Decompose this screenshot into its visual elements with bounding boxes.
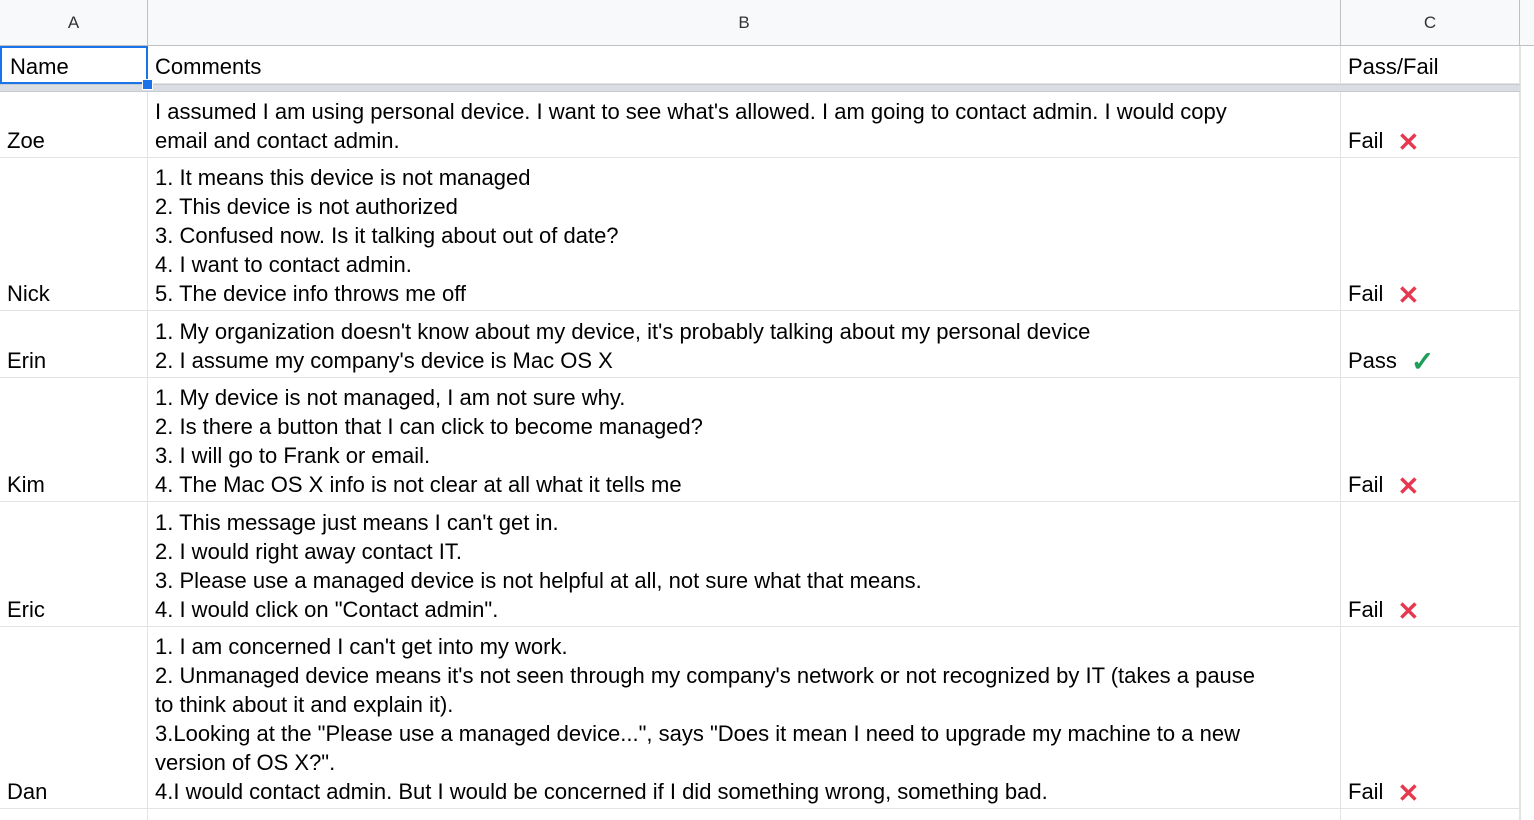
column-letter: C [1423, 12, 1437, 32]
participant-name: Kim [7, 472, 45, 497]
cell-comments[interactable]: 1. It means this device is not managed 2… [148, 158, 1341, 311]
cell-result[interactable]: Fail ✕ [1341, 92, 1520, 158]
result-text: Pass [1348, 348, 1397, 373]
cell-name[interactable]: Kim [0, 378, 148, 502]
spreadsheet: A B C Name Comments Pass/Fail Zoe I assu… [0, 0, 1534, 820]
comment-text: 1. It means this device is not managed 2… [155, 165, 619, 306]
cell-c1[interactable]: Pass/Fail [1341, 46, 1520, 84]
result-text: Fail [1348, 472, 1384, 497]
cell-name[interactable]: Dan [0, 627, 148, 809]
comment-text: 1. I am concerned I can't get into my wo… [155, 634, 1256, 804]
column-header-b[interactable]: B [148, 0, 1341, 46]
cross-icon: ✕ [1397, 127, 1420, 157]
cell-b1[interactable]: Comments [148, 46, 1341, 84]
cell-comments[interactable]: I assumed I am using personal device. I … [148, 92, 1341, 158]
name-header: Name [10, 54, 69, 79]
cell-result[interactable]: Fail ✕ [1341, 502, 1520, 627]
participant-name: Dan [7, 779, 48, 804]
cell-comments[interactable]: 1. This message just means I can't get i… [148, 502, 1341, 627]
cell-name[interactable]: Erin [0, 311, 148, 378]
frozen-row-divider[interactable] [0, 84, 1534, 92]
result-text: Fail [1348, 281, 1384, 306]
cell-result[interactable]: Fail ✕ [1341, 378, 1520, 502]
fill-handle[interactable] [142, 79, 153, 90]
cell-empty[interactable] [1341, 809, 1520, 820]
participant-name: Eric [7, 597, 45, 622]
result-text: Fail [1348, 597, 1384, 622]
cross-icon: ✕ [1397, 596, 1420, 626]
next-column-edge [1520, 46, 1534, 820]
comment-text: 1. This message just means I can't get i… [155, 510, 922, 622]
column-header-c[interactable]: C [1341, 0, 1520, 46]
cross-icon: ✕ [1397, 280, 1420, 310]
participant-name: Zoe [7, 128, 45, 153]
participant-name: Erin [7, 348, 47, 373]
comments-header: Comments [155, 54, 262, 79]
cell-name[interactable]: Eric [0, 502, 148, 627]
participant-name: Nick [7, 281, 50, 306]
cell-result[interactable]: Fail ✕ [1341, 627, 1520, 809]
cell-comments[interactable]: 1. My organization doesn't know about my… [148, 311, 1341, 378]
cross-icon: ✕ [1397, 471, 1420, 501]
cell-result[interactable]: Fail ✕ [1341, 158, 1520, 311]
result-text: Fail [1348, 779, 1384, 804]
cell-comments[interactable]: 1. I am concerned I can't get into my wo… [148, 627, 1341, 809]
cross-icon: ✕ [1397, 778, 1420, 808]
cell-a1[interactable]: Name [0, 46, 148, 84]
column-header-a[interactable]: A [0, 0, 148, 46]
cell-comments[interactable]: 1. My device is not managed, I am not su… [148, 378, 1341, 502]
cell-empty[interactable] [0, 809, 148, 820]
cell-empty[interactable] [148, 809, 1341, 820]
comment-text: 1. My device is not managed, I am not su… [155, 385, 703, 497]
cell-name[interactable]: Nick [0, 158, 148, 311]
checkmark-icon: ✓ [1410, 346, 1435, 377]
result-text: Fail [1348, 128, 1384, 153]
column-letter: A [67, 12, 80, 32]
cell-result[interactable]: Pass ✓ [1341, 311, 1520, 378]
comment-text: I assumed I am using personal device. I … [155, 99, 1227, 153]
passfail-header: Pass/Fail [1348, 54, 1439, 79]
cell-name[interactable]: Zoe [0, 92, 148, 158]
comment-text: 1. My organization doesn't know about my… [155, 319, 1091, 373]
column-header-empty[interactable] [1520, 0, 1534, 46]
column-letter: B [738, 12, 750, 32]
